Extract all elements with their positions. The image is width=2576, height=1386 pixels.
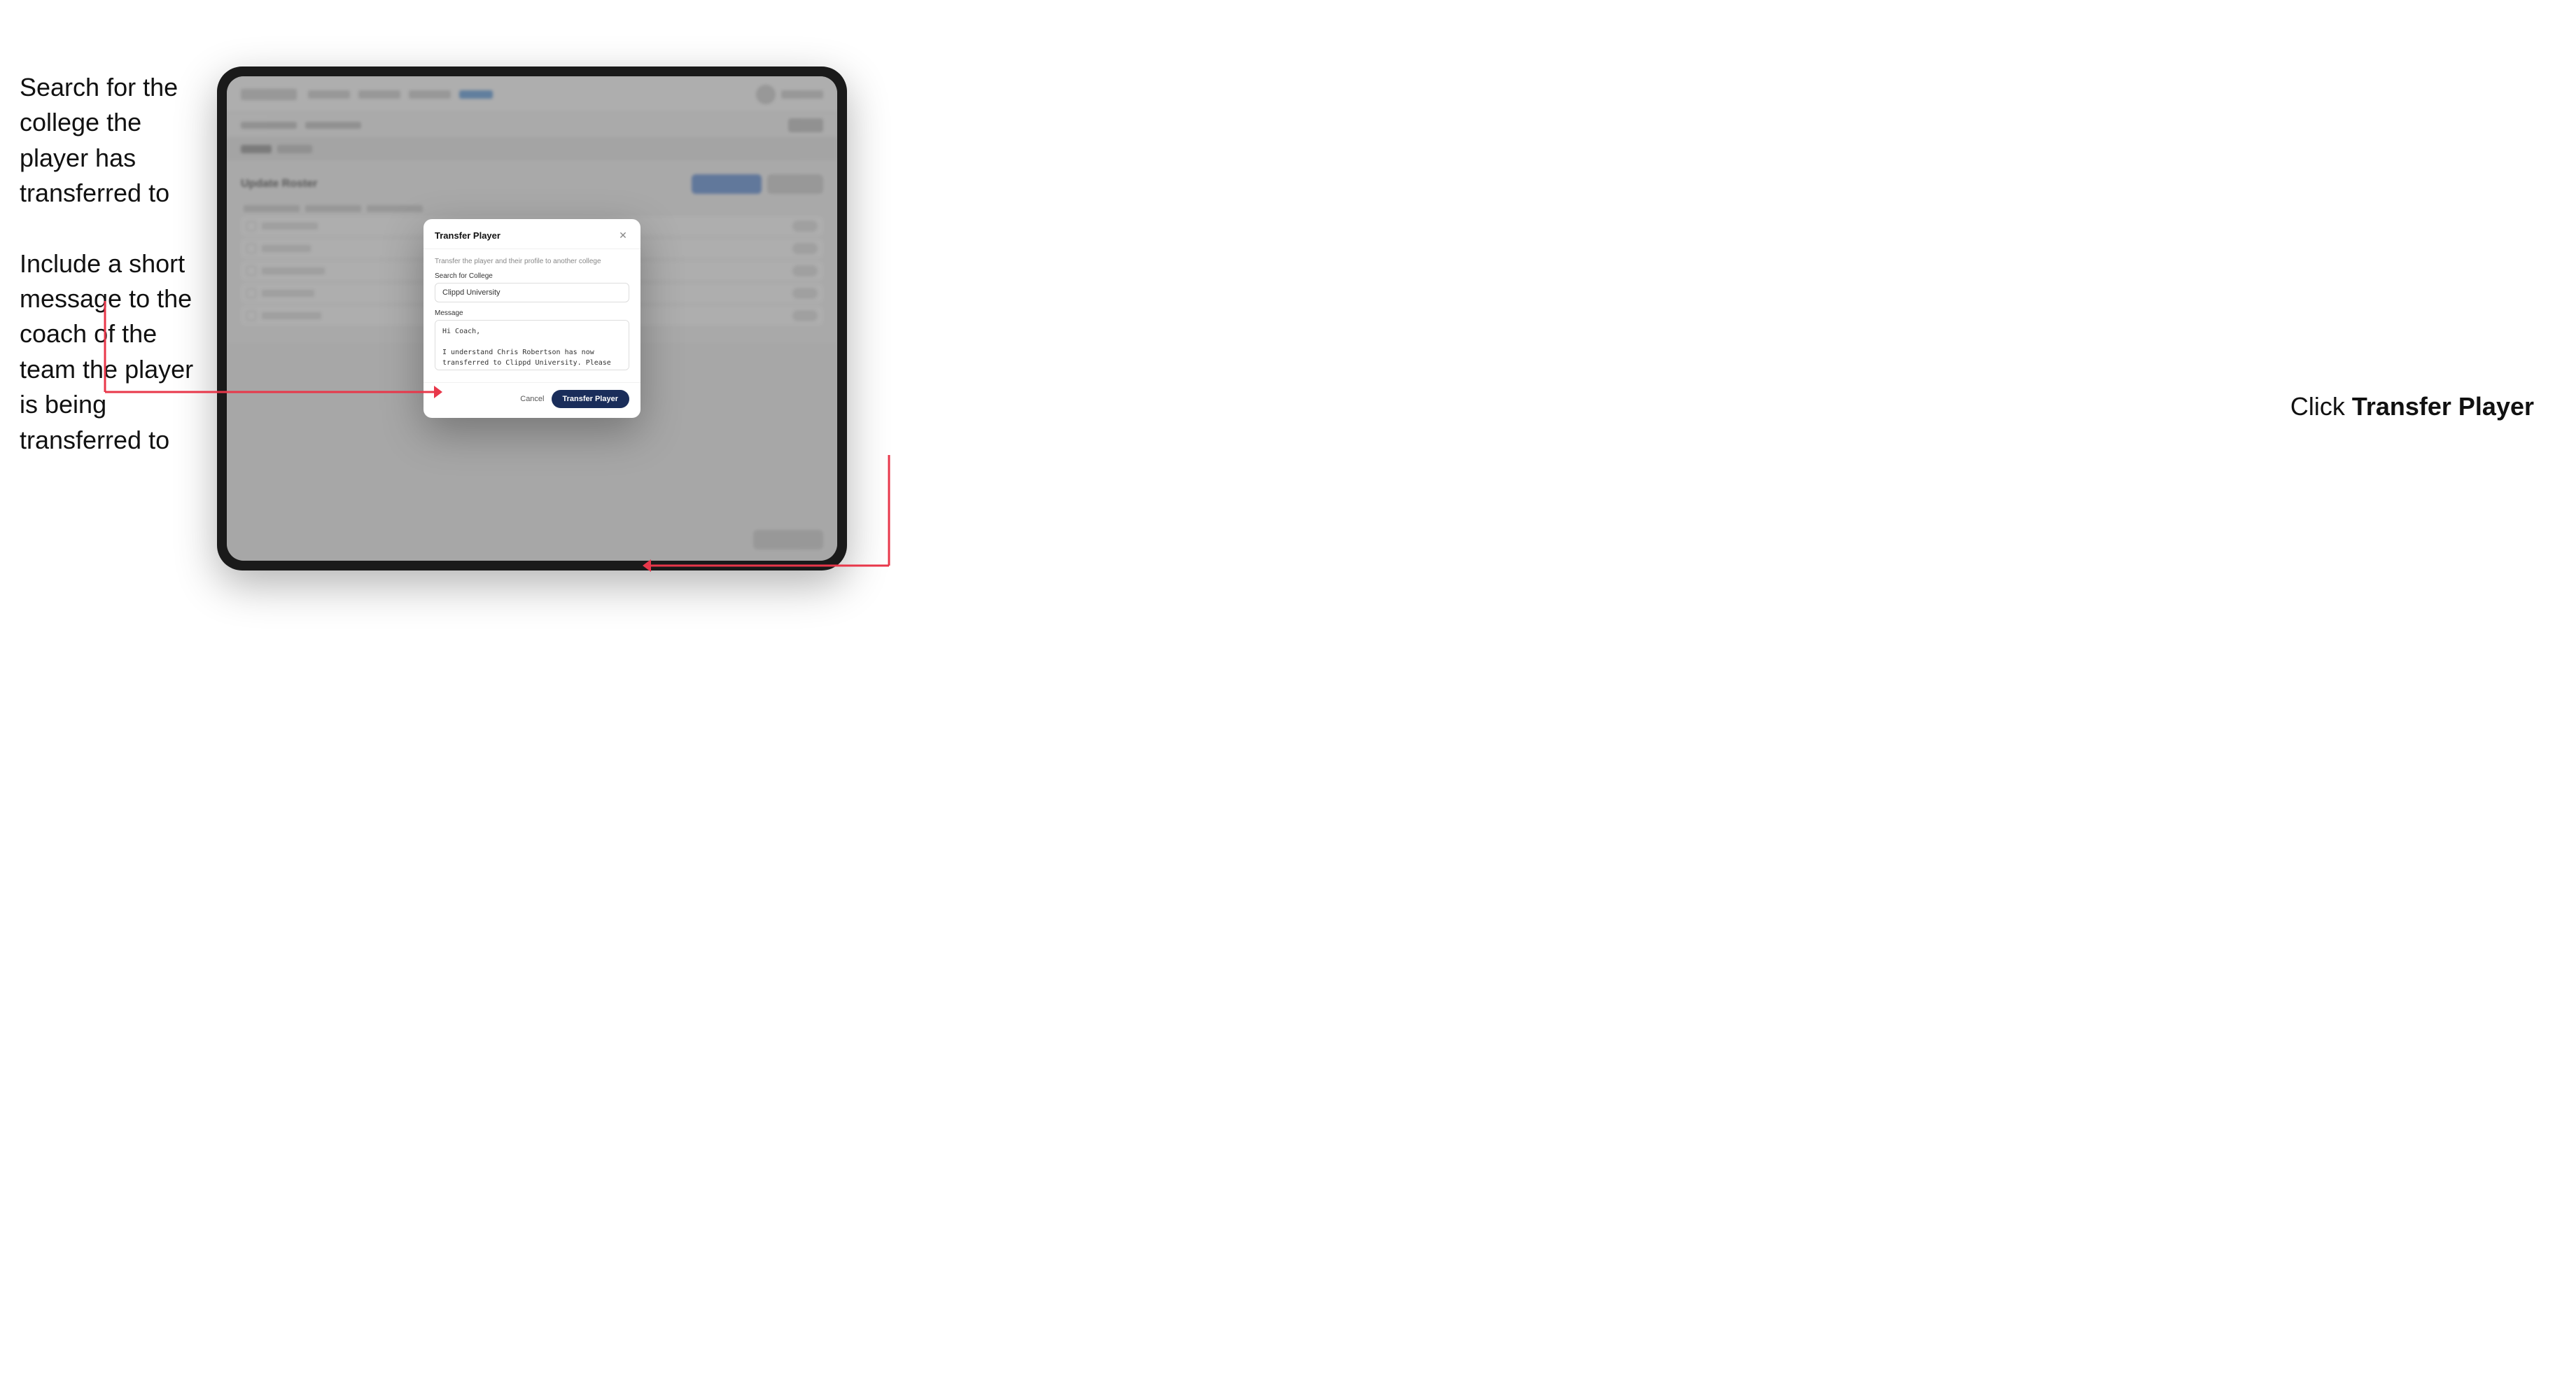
tablet-device: Update Roster (217, 66, 847, 570)
transfer-player-modal: Transfer Player ✕ Transfer the player an… (424, 219, 640, 418)
annotation-click-text: Click (2290, 392, 2352, 421)
modal-footer: Cancel Transfer Player (424, 382, 640, 418)
modal-close-button[interactable]: ✕ (617, 229, 629, 241)
search-college-label: Search for College (435, 272, 629, 280)
modal-overlay: Transfer Player ✕ Transfer the player an… (227, 76, 837, 561)
search-college-input[interactable] (435, 283, 629, 302)
transfer-player-button[interactable]: Transfer Player (552, 390, 630, 408)
message-label: Message (435, 309, 629, 317)
modal-title: Transfer Player (435, 230, 500, 241)
annotation-right: Click Transfer Player (2290, 392, 2534, 421)
tablet-screen: Update Roster (227, 76, 837, 561)
modal-header: Transfer Player ✕ (424, 219, 640, 249)
modal-body: Transfer the player and their profile to… (424, 249, 640, 382)
modal-subtitle: Transfer the player and their profile to… (435, 258, 629, 265)
annotation-transfer-player-text: Transfer Player (2352, 392, 2534, 421)
cancel-button[interactable]: Cancel (520, 395, 544, 403)
annotation-left: Search for the college the player has tr… (20, 70, 209, 493)
annotation-message-text: Include a short message to the coach of … (20, 246, 209, 458)
message-textarea[interactable]: Hi Coach, I understand Chris Robertson h… (435, 320, 629, 370)
annotation-search-text: Search for the college the player has tr… (20, 70, 209, 211)
